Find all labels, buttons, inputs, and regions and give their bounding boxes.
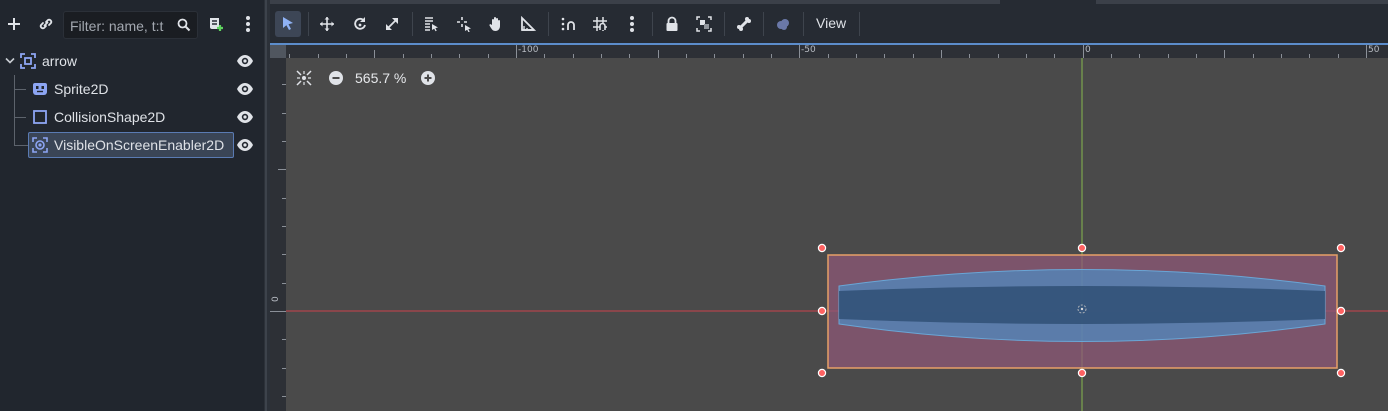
zoom-reset-icon[interactable] — [296, 70, 312, 86]
group-button[interactable] — [691, 11, 717, 37]
hand-icon — [489, 17, 500, 31]
handle-top[interactable] — [1077, 243, 1087, 253]
smart-snap-button[interactable] — [555, 11, 581, 37]
ruler-ticks — [270, 84, 286, 397]
tree-item-sprite2d[interactable]: Sprite2D — [0, 75, 264, 103]
toolbar-separator — [548, 12, 549, 36]
filter-field[interactable] — [63, 11, 198, 39]
handle-left[interactable] — [817, 306, 827, 316]
handle-right[interactable] — [1336, 306, 1346, 316]
scene-toolbar — [0, 0, 264, 47]
rotate-mode-button[interactable] — [347, 11, 373, 37]
handle-bottom[interactable] — [1077, 368, 1087, 378]
snap-options-button[interactable] — [619, 11, 645, 37]
handle-top-right[interactable] — [1336, 243, 1346, 253]
skeleton-button[interactable] — [731, 11, 757, 37]
top-tab-strip — [1096, 0, 1388, 4]
pivot-icon — [457, 17, 471, 32]
scene-dock: arrow Sprite2D CollisionShape2D VisibleO… — [0, 0, 264, 411]
ruler-label: 0 — [1085, 45, 1091, 55]
grid-snap-icon — [593, 17, 607, 31]
tree-item-label: VisibleOnScreenEnabler2D — [54, 137, 225, 153]
bone-icon — [737, 17, 751, 31]
toolbar-separator — [859, 12, 860, 36]
horizontal-ruler[interactable]: -100 -50 0 50 — [286, 45, 1388, 58]
select-mode-button[interactable] — [275, 11, 301, 37]
tree-item-label: arrow — [42, 53, 78, 69]
instance-scene-button[interactable] — [34, 12, 58, 36]
link-icon — [39, 18, 53, 30]
handle-top-left[interactable] — [817, 243, 827, 253]
canvas-drawing — [270, 43, 1388, 411]
scale-icon — [386, 18, 398, 30]
add-node-button[interactable] — [2, 12, 26, 36]
kebab-menu-icon — [630, 16, 634, 32]
canvas-viewport[interactable] — [270, 43, 1388, 411]
visibility-eye-icon[interactable] — [236, 54, 254, 68]
grid-snap-button[interactable] — [587, 11, 613, 37]
toolbar-separator — [763, 12, 764, 36]
zoom-level-label[interactable]: 565.7 % — [355, 70, 406, 86]
toolbar-separator — [412, 12, 413, 36]
toolbar-separator — [724, 12, 725, 36]
lock-button[interactable] — [659, 11, 685, 37]
attach-script-button[interactable] — [204, 12, 228, 36]
scene-tree: arrow Sprite2D CollisionShape2D VisibleO… — [0, 47, 264, 411]
visibleonscreenenabler2d-icon — [32, 137, 48, 153]
tree-item-label: Sprite2D — [54, 81, 109, 97]
list-select-button[interactable] — [418, 11, 444, 37]
group-icon — [696, 16, 712, 32]
chevron-down-icon[interactable] — [5, 57, 15, 65]
lock-icon — [666, 16, 678, 31]
move-icon — [320, 17, 334, 31]
ruler-label: -100 — [518, 45, 539, 55]
particles-icon — [777, 19, 789, 30]
ruler-corner — [270, 45, 286, 58]
ruler-label: 50 — [1368, 45, 1380, 55]
list-select-icon — [425, 17, 438, 32]
particles-button[interactable] — [770, 11, 796, 37]
rotate-icon — [354, 17, 366, 30]
filter-input[interactable] — [70, 16, 172, 35]
collisionshape2d-icon — [33, 110, 47, 124]
pan-mode-button[interactable] — [483, 11, 509, 37]
visibility-eye-icon[interactable] — [236, 138, 254, 152]
zoom-in-icon[interactable] — [420, 70, 436, 86]
move-mode-button[interactable] — [314, 11, 340, 37]
vertical-ruler[interactable]: 0 — [270, 58, 286, 411]
smart-snap-icon — [561, 17, 575, 31]
tree-item-label: CollisionShape2D — [54, 109, 166, 125]
ruler-mode-button[interactable] — [515, 11, 541, 37]
node2d-icon — [20, 53, 36, 69]
tree-item-arrow[interactable]: arrow — [0, 47, 264, 75]
ruler-ticks — [289, 45, 1367, 58]
sprite2d-icon — [33, 83, 47, 95]
top-tab-strip — [270, 0, 1000, 4]
handle-bottom-right[interactable] — [1336, 368, 1346, 378]
ruler-label: 0 — [271, 296, 281, 302]
kebab-menu-icon — [246, 16, 250, 32]
pivot-mode-button[interactable] — [451, 11, 477, 37]
tree-item-collisionshape2d[interactable]: CollisionShape2D — [0, 103, 264, 131]
search-icon — [177, 18, 191, 32]
view-menu-button[interactable]: View — [816, 15, 846, 31]
ruler-icon — [521, 16, 536, 31]
scene-menu-button[interactable] — [236, 12, 260, 36]
script-add-icon — [210, 18, 223, 31]
dock-splitter-line — [265, 0, 267, 411]
toolbar-separator — [652, 12, 653, 36]
toolbar-separator — [803, 12, 804, 36]
tree-item-visibleonscreenenabler2d[interactable]: VisibleOnScreenEnabler2D — [0, 131, 264, 159]
scale-mode-button[interactable] — [379, 11, 405, 37]
visibility-eye-icon[interactable] — [236, 110, 254, 124]
ruler-label: -50 — [801, 45, 816, 55]
toolbar-separator — [308, 12, 309, 36]
handle-bottom-left[interactable] — [817, 368, 827, 378]
plus-icon — [8, 18, 20, 30]
zoom-out-icon[interactable] — [328, 70, 344, 86]
visibility-eye-icon[interactable] — [236, 82, 254, 96]
cursor-arrow-icon — [283, 17, 293, 30]
